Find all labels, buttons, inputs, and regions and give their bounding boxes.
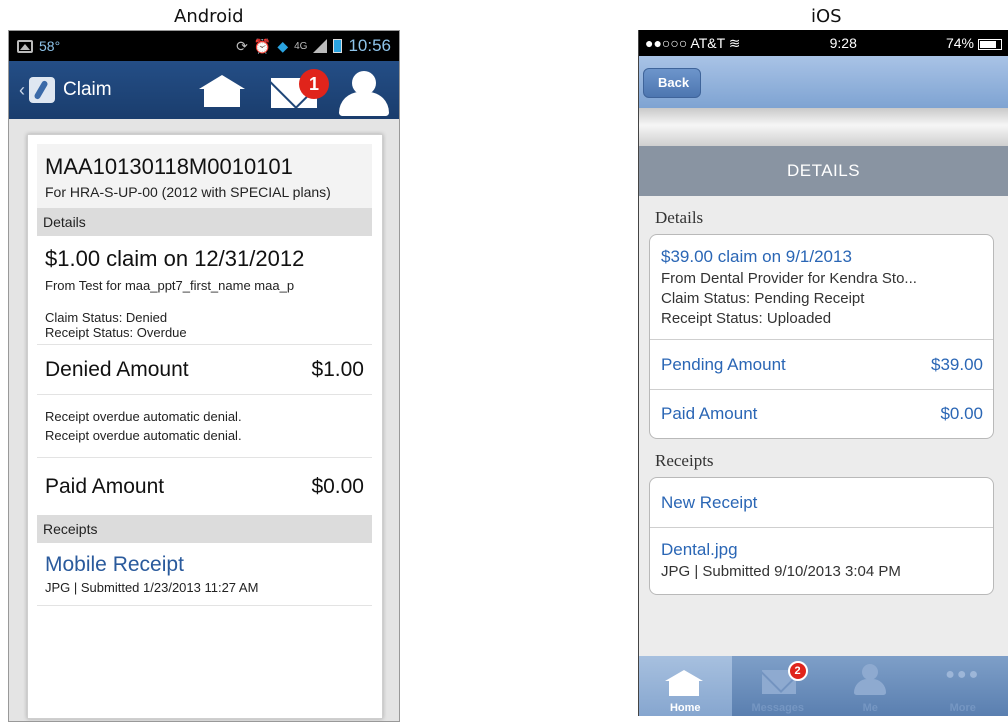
claim-summary[interactable]: $39.00 claim on 9/1/2013 From Dental Pro…: [650, 235, 993, 340]
paid-amount-label: Paid Amount: [661, 404, 758, 423]
details-section-header: Details: [655, 208, 704, 227]
android-screen: 58° ⟳ ⏰ ◆ 4G 10:56 ‹ Claim 1 MAA10130118…: [8, 30, 400, 722]
android-label: Android: [174, 6, 244, 27]
pending-amount-row[interactable]: Pending Amount $39.00: [650, 340, 993, 389]
user-icon: [853, 664, 887, 696]
denial-note: Receipt overdue automatic denial.: [45, 428, 242, 443]
ios-screen: ●●○○○ AT&T ≋ 9:28 74% Back DETAILS Detai…: [638, 30, 1008, 716]
status-time: 10:56: [348, 36, 391, 55]
status-time: 9:28: [829, 35, 857, 51]
claim-id: MAA10130118M0010101: [45, 154, 293, 179]
details-section-header: Details: [37, 208, 372, 236]
battery-icon: [333, 39, 343, 53]
tab-more[interactable]: ●●● More: [917, 656, 1008, 716]
android-status-bar: 58° ⟳ ⏰ ◆ 4G 10:56: [9, 31, 399, 61]
battery-icon: [977, 38, 1002, 50]
page-title: Claim: [63, 79, 112, 100]
denial-note: Receipt overdue automatic denial.: [45, 409, 242, 424]
paid-amount-label: Paid Amount: [45, 474, 165, 498]
tab-label: Me: [862, 702, 878, 714]
tab-me[interactable]: Me: [824, 656, 917, 716]
receipt-link[interactable]: Mobile Receipt: [45, 553, 364, 577]
weather-temp: 58°: [39, 38, 61, 54]
receipt-item[interactable]: Mobile Receipt JPG | Submitted 1/23/2013…: [37, 543, 372, 606]
home-icon[interactable]: [199, 75, 245, 107]
receipt-meta: JPG | Submitted 9/10/2013 3:04 PM: [661, 563, 901, 580]
claim-title: $1.00 claim on 12/31/2012: [45, 246, 305, 271]
receipts-section-header: Receipts: [655, 451, 714, 470]
wifi-icon: ◆: [277, 37, 289, 54]
home-icon: [665, 670, 703, 696]
tab-messages[interactable]: 2 Messages: [732, 656, 825, 716]
claim-summary: $1.00 claim on 12/31/2012 From Test for …: [37, 236, 372, 344]
receipt-link[interactable]: Dental.jpg: [661, 540, 982, 560]
denied-amount-label: Denied Amount: [45, 357, 189, 381]
paid-amount-value: $0.00: [311, 474, 364, 498]
profile-icon[interactable]: [337, 71, 391, 116]
denied-amount-value: $1.00: [311, 357, 364, 381]
claim-card: MAA10130118M0010101 For HRA-S-UP-00 (201…: [27, 134, 383, 719]
carrier: ●●○○○ AT&T ≋: [645, 34, 741, 51]
receipt-meta: JPG | Submitted 1/23/2013 11:27 AM: [45, 580, 259, 595]
message-count-badge: 2: [787, 661, 808, 681]
denied-amount-row[interactable]: Denied Amount $1.00: [37, 344, 372, 394]
header-strip: [639, 108, 1008, 146]
back-chevron-icon[interactable]: ‹: [19, 80, 25, 101]
android-app-bar: ‹ Claim 1: [9, 61, 399, 119]
claim-header: MAA10130118M0010101 For HRA-S-UP-00 (201…: [37, 144, 372, 208]
message-count-badge: 1: [299, 69, 329, 99]
alarm-icon: ⏰: [253, 37, 272, 54]
network-type: 4G: [294, 40, 308, 52]
receipt-item[interactable]: Dental.jpg JPG | Submitted 9/10/2013 3:0…: [650, 528, 993, 594]
paid-amount-row[interactable]: Paid Amount $0.00: [37, 457, 372, 515]
receipt-status: Receipt Status: Overdue: [45, 325, 187, 340]
ios-nav-bar: Back: [639, 56, 1008, 108]
receipts-group: New Receipt Dental.jpg JPG | Submitted 9…: [649, 477, 994, 595]
receipts-section-header: Receipts: [37, 515, 372, 543]
details-group: $39.00 claim on 9/1/2013 From Dental Pro…: [649, 234, 994, 439]
page-title: DETAILS: [639, 146, 1008, 196]
tab-label: Home: [669, 702, 701, 714]
signal-icon: [313, 39, 328, 53]
more-dots-icon: ●●●: [945, 666, 981, 683]
paid-amount-value: $0.00: [940, 404, 983, 423]
new-receipt-button[interactable]: New Receipt: [650, 478, 993, 528]
back-button[interactable]: Back: [643, 68, 702, 98]
claim-status: Claim Status: Denied: [45, 310, 168, 325]
tab-label: More: [949, 702, 976, 714]
claim-title[interactable]: $39.00 claim on 9/1/2013: [661, 247, 983, 267]
ios-label: iOS: [811, 6, 842, 27]
receipt-status: Receipt Status: Uploaded: [661, 310, 832, 327]
claim-from: From Dental Provider for Kendra Sto...: [661, 270, 917, 287]
battery: 74%: [946, 35, 1002, 51]
claim-status: Claim Status: Pending Receipt: [661, 290, 865, 307]
claim-from: From Test for maa_ppt7_first_name maa_p: [45, 278, 295, 293]
wifi-icon: ≋: [728, 34, 741, 51]
sync-icon: ⟳: [236, 37, 248, 54]
pending-amount-value: $39.00: [931, 354, 983, 374]
denial-notes: Receipt overdue automatic denial. Receip…: [37, 394, 372, 457]
tab-bar: Home 2 Messages Me ●●● More: [639, 656, 1008, 716]
tab-home[interactable]: Home: [639, 656, 732, 716]
paid-amount-row[interactable]: Paid Amount $0.00: [650, 389, 993, 438]
gallery-icon: [17, 39, 33, 53]
tab-label: Messages: [751, 702, 805, 714]
pending-amount-label: Pending Amount: [661, 354, 786, 374]
app-logo-icon[interactable]: [29, 77, 55, 103]
claim-plan: For HRA-S-UP-00 (2012 with SPECIAL plans…: [45, 184, 331, 200]
ios-status-bar: ●●○○○ AT&T ≋ 9:28 74%: [639, 30, 1008, 56]
